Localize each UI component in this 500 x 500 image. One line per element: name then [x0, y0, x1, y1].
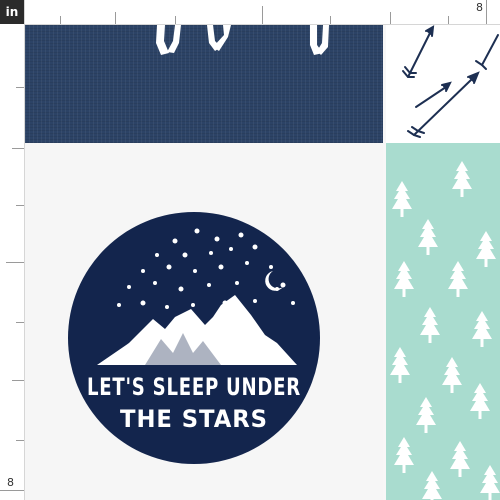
ruler-tick — [12, 148, 24, 149]
top-ruler: 8 — [0, 0, 500, 25]
ruler-tick — [390, 12, 391, 24]
ruler-tick — [175, 16, 176, 24]
ruler-tick — [115, 12, 116, 24]
badge-line-2: THE STARS — [120, 405, 268, 433]
navy-linen-panel — [25, 25, 383, 143]
left-ruler: 8 — [0, 0, 25, 500]
ruler-tick — [448, 16, 449, 24]
ruler-tick — [0, 490, 24, 491]
ruler-tick — [12, 380, 24, 381]
animal-legs-icon — [156, 25, 329, 55]
left-ruler-number: 8 — [7, 476, 14, 489]
tree-icon — [390, 161, 500, 500]
badge-line-1: LET'S SLEEP UNDER — [87, 373, 301, 401]
top-ruler-number: 8 — [476, 1, 483, 14]
ruler-tick — [16, 322, 24, 323]
unit-toggle-button[interactable]: in — [0, 0, 24, 24]
fabric-preview: LET'S SLEEP UNDER THE STARS — [25, 25, 500, 500]
ruler-tick — [6, 262, 24, 263]
sleep-badge: LET'S SLEEP UNDER THE STARS — [68, 212, 320, 464]
ruler-tick — [262, 6, 263, 24]
ruler-tick — [60, 16, 61, 24]
ruler-tick — [486, 0, 487, 24]
sleep-under-stars-panel: LET'S SLEEP UNDER THE STARS — [25, 143, 383, 500]
ruler-tick — [16, 87, 24, 88]
arrows-panel — [386, 25, 500, 143]
ruler-tick — [16, 440, 24, 441]
mint-trees-panel — [386, 143, 500, 500]
ruler-tick — [16, 205, 24, 206]
arrow-icon — [402, 25, 499, 138]
ruler-tick — [330, 16, 331, 24]
